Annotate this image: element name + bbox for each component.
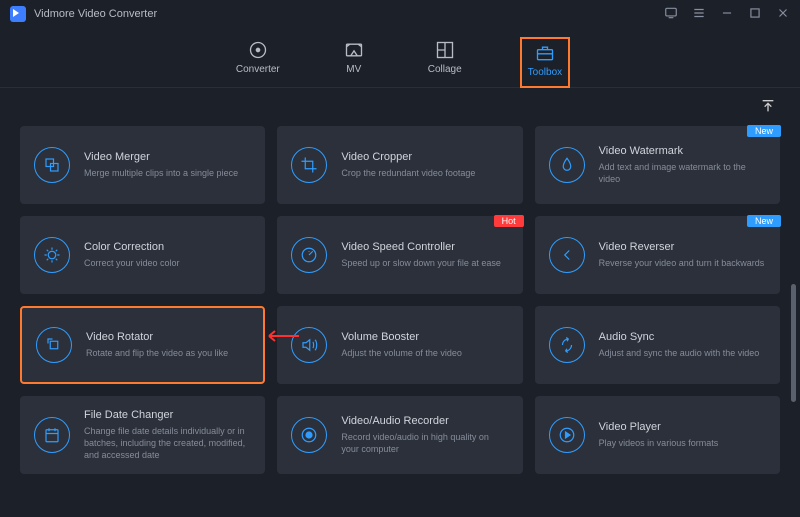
tool-title: Video Speed Controller	[341, 241, 508, 253]
reverser-icon	[558, 246, 576, 264]
main-nav: Converter MV Collage Toolbox	[0, 28, 800, 88]
mv-icon	[344, 40, 364, 60]
tool-video-rotator[interactable]: Video Rotator Rotate and flip the video a…	[20, 306, 265, 384]
tool-title: File Date Changer	[84, 409, 251, 421]
tool-video-speed-controller[interactable]: Hot Video Speed Controller Speed up or sl…	[277, 216, 522, 294]
tool-desc: Merge multiple clips into a single piece	[84, 167, 251, 179]
tool-title: Audio Sync	[599, 331, 766, 343]
tool-title: Video/Audio Recorder	[341, 415, 508, 427]
tool-color-correction[interactable]: Color Correction Correct your video color	[20, 216, 265, 294]
watermark-icon	[558, 156, 576, 174]
tool-desc: Rotate and flip the video as you like	[86, 347, 249, 359]
filedate-icon	[43, 426, 61, 444]
tool-desc: Add text and image watermark to the vide…	[599, 161, 766, 185]
tab-converter[interactable]: Converter	[230, 36, 286, 79]
badge-new: New	[747, 125, 781, 137]
tool-desc: Speed up or slow down your file at ease	[341, 257, 508, 269]
color-icon	[43, 246, 61, 264]
tool-title: Video Merger	[84, 151, 251, 163]
tool-title: Video Player	[599, 421, 766, 433]
tab-collage[interactable]: Collage	[422, 36, 468, 79]
tool-video-merger[interactable]: Video Merger Merge multiple clips into a …	[20, 126, 265, 204]
badge-new: New	[747, 215, 781, 227]
tool-video-cropper[interactable]: Video Cropper Crop the redundant video fo…	[277, 126, 522, 204]
tab-toolbox[interactable]: Toolbox	[520, 37, 570, 88]
merger-icon	[43, 156, 61, 174]
window-controls	[664, 6, 790, 23]
tab-mv[interactable]: MV	[338, 36, 370, 79]
tool-desc: Change file date details individually or…	[84, 425, 251, 461]
titlebar: Vidmore Video Converter	[0, 0, 800, 28]
tab-label: MV	[346, 64, 361, 75]
tool-desc: Adjust the volume of the video	[341, 347, 508, 359]
maximize-button[interactable]	[748, 6, 762, 23]
tool-desc: Play videos in various formats	[599, 437, 766, 449]
recorder-icon	[300, 426, 318, 444]
collage-icon	[435, 40, 455, 60]
menu-icon[interactable]	[692, 6, 706, 23]
tool-desc: Reverse your video and turn it backwards	[599, 257, 766, 269]
scrollbar-thumb[interactable]	[791, 284, 796, 402]
scroll-to-top-icon[interactable]	[760, 98, 776, 114]
badge-hot: Hot	[494, 215, 524, 227]
toolbox-icon	[535, 43, 555, 63]
close-button[interactable]	[776, 6, 790, 23]
minimize-button[interactable]	[720, 6, 734, 23]
tool-video-audio-recorder[interactable]: Video/Audio Recorder Record video/audio i…	[277, 396, 522, 474]
tool-audio-sync[interactable]: Audio Sync Adjust and sync the audio with…	[535, 306, 780, 384]
app-title: Vidmore Video Converter	[34, 8, 157, 20]
tool-volume-booster[interactable]: Volume Booster Adjust the volume of the v…	[277, 306, 522, 384]
tool-desc: Correct your video color	[84, 257, 251, 269]
annotation-arrow-icon	[263, 328, 299, 344]
tool-title: Video Rotator	[86, 331, 249, 343]
tool-desc: Adjust and sync the audio with the video	[599, 347, 766, 359]
tool-grid: Video Merger Merge multiple clips into a …	[20, 126, 780, 474]
toolbox-content: Video Merger Merge multiple clips into a …	[0, 88, 800, 517]
tool-file-date-changer[interactable]: File Date Changer Change file date detail…	[20, 396, 265, 474]
tool-video-player[interactable]: Video Player Play videos in various forma…	[535, 396, 780, 474]
tab-label: Collage	[428, 64, 462, 75]
tool-desc: Crop the redundant video footage	[341, 167, 508, 179]
volume-icon	[300, 336, 318, 354]
tool-title: Color Correction	[84, 241, 251, 253]
tool-video-reverser[interactable]: New Video Reverser Reverse your video and…	[535, 216, 780, 294]
cropper-icon	[300, 156, 318, 174]
tool-title: Video Watermark	[599, 145, 766, 157]
feedback-icon[interactable]	[664, 6, 678, 23]
tool-desc: Record video/audio in high quality on yo…	[341, 431, 508, 455]
tab-label: Converter	[236, 64, 280, 75]
player-icon	[558, 426, 576, 444]
rotator-icon	[45, 336, 63, 354]
tab-label: Toolbox	[528, 67, 562, 78]
converter-icon	[248, 40, 268, 60]
tool-title: Volume Booster	[341, 331, 508, 343]
tool-title: Video Reverser	[599, 241, 766, 253]
sync-icon	[558, 336, 576, 354]
tool-title: Video Cropper	[341, 151, 508, 163]
speed-icon	[300, 246, 318, 264]
app-logo-icon	[10, 6, 26, 22]
tool-video-watermark[interactable]: New Video Watermark Add text and image wa…	[535, 126, 780, 204]
